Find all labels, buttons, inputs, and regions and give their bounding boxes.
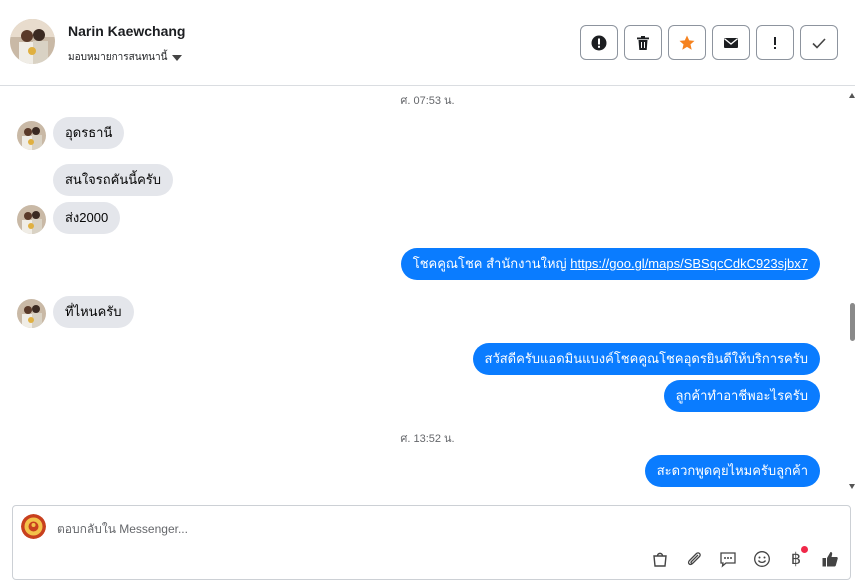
- spam-button[interactable]: [580, 25, 618, 60]
- alert-circle-icon: [591, 35, 607, 50]
- composer-tools: ฿: [650, 546, 840, 569]
- maps-link[interactable]: https://goo.gl/maps/SBSqcCdkC923sjbx7: [570, 256, 808, 271]
- scroll-down-arrow-icon[interactable]: [849, 484, 855, 489]
- attach-button[interactable]: [684, 549, 704, 569]
- follow-up-button[interactable]: [756, 25, 794, 60]
- assign-conversation-dropdown[interactable]: มอบหมายการสนทนานี้: [68, 50, 183, 65]
- shopping-bag-icon: [653, 552, 667, 567]
- sender-avatar[interactable]: [17, 121, 46, 150]
- saved-replies-button[interactable]: [718, 549, 738, 569]
- message-thread[interactable]: ศ. 07:53 น. อุดรธานี สนใจรถคันนี้ครับ ส่…: [0, 86, 855, 501]
- emoji-button[interactable]: [752, 549, 772, 569]
- chat-bubble-icon: [720, 552, 736, 568]
- message-bubble-incoming[interactable]: ส่ง2000: [53, 202, 121, 234]
- baht-currency-icon: ฿: [790, 551, 802, 568]
- contact-avatar[interactable]: [10, 19, 55, 64]
- timestamp: ศ. 07:53 น.: [400, 95, 455, 107]
- scroll-up-arrow-icon[interactable]: [849, 93, 855, 98]
- smiley-icon: [754, 551, 770, 567]
- sender-avatar[interactable]: [17, 205, 46, 234]
- contact-name[interactable]: Narin Kaewchang: [68, 23, 185, 39]
- star-button[interactable]: [668, 25, 706, 60]
- delete-button[interactable]: [624, 25, 662, 60]
- message-bubble-outgoing[interactable]: สวัสดีครับแอดมินแบงค์โชคคูณโชคอุดรยินดีใ…: [472, 343, 820, 375]
- message-bubble-incoming[interactable]: อุดรธานี: [53, 117, 125, 149]
- message-bubble-outgoing[interactable]: โชคคูณโชค สำนักงานใหญ่ https://goo.gl/ma…: [400, 248, 820, 280]
- thread-scrollbar[interactable]: [849, 86, 855, 501]
- notification-dot: [801, 546, 808, 553]
- trash-icon: [637, 35, 649, 50]
- payment-button[interactable]: ฿: [786, 546, 808, 569]
- caret-down-icon: [172, 54, 183, 61]
- reply-input[interactable]: ตอบกลับใน Messenger...: [57, 520, 188, 539]
- thumbs-up-icon: [822, 552, 838, 567]
- paperclip-icon: [687, 552, 701, 566]
- sender-avatar[interactable]: [17, 299, 46, 328]
- check-icon: [812, 37, 826, 49]
- reply-composer[interactable]: ตอบกลับใน Messenger... ฿: [12, 505, 851, 580]
- page-avatar: [21, 514, 46, 539]
- message-text: โชคคูณโชค สำนักงานใหญ่: [412, 256, 571, 271]
- star-icon: [679, 35, 695, 50]
- exclamation-icon: [774, 36, 776, 49]
- like-button[interactable]: [820, 549, 840, 569]
- mark-done-button[interactable]: [800, 25, 838, 60]
- assign-label: มอบหมายการสนทนานี้: [68, 52, 168, 63]
- scroll-thumb[interactable]: [850, 303, 855, 341]
- shop-button[interactable]: [650, 549, 670, 569]
- message-bubble-incoming[interactable]: สนใจรถคันนี้ครับ: [53, 164, 174, 196]
- message-bubble-outgoing[interactable]: สะดวกพูดคุยไหมครับลูกค้า: [644, 455, 820, 487]
- message-bubble-incoming[interactable]: ที่ไหนครับ: [53, 296, 134, 328]
- action-toolbar: [580, 25, 838, 60]
- mark-unread-button[interactable]: [712, 25, 750, 60]
- conversation-header: Narin Kaewchang มอบหมายการสนทนานี้: [0, 0, 855, 86]
- message-bubble-outgoing[interactable]: ลูกค้าทำอาชีพอะไรครับ: [663, 380, 820, 412]
- timestamp: ศ. 13:52 น.: [400, 433, 455, 445]
- envelope-icon: [724, 37, 738, 48]
